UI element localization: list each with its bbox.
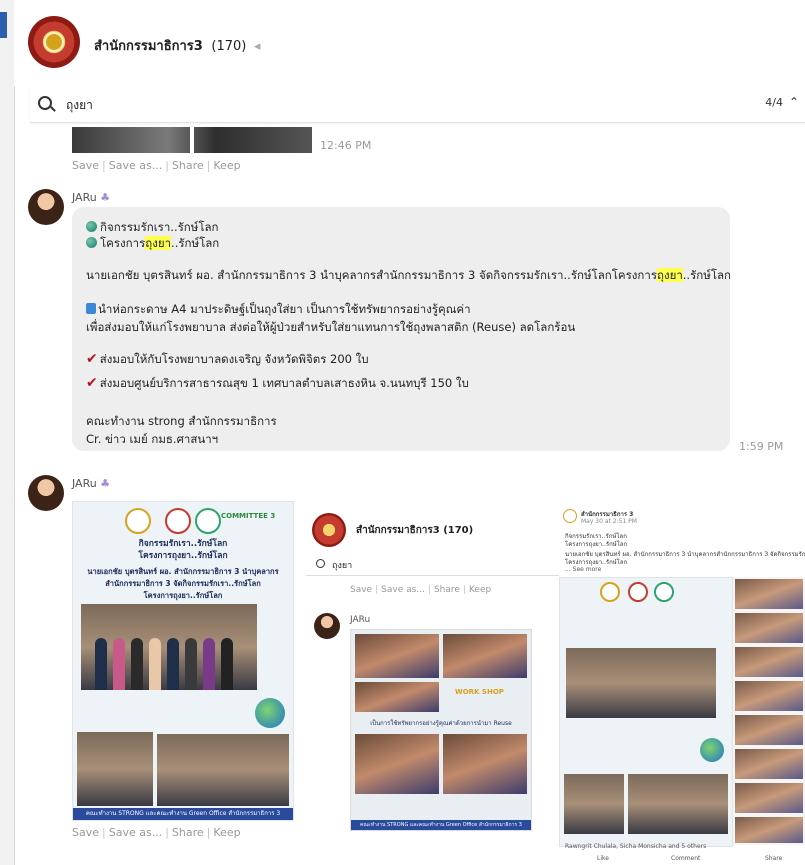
member-count: (170) <box>211 39 247 54</box>
message-line: Cr. ข่าว เมย์ กมธ.ศาสนาฯ <box>86 432 219 446</box>
image-divider <box>190 127 194 153</box>
photo-collage: WORK SHOP เป็นการใช้ทรัพยากรอย่างรู้คุณค… <box>350 629 532 831</box>
search-highlight: ถุงยา <box>657 268 683 282</box>
search-bar: ถุงยา 4/4 ⌃ <box>30 86 805 123</box>
search-input: ถุงยา <box>332 561 353 571</box>
event-photo <box>628 774 728 834</box>
search-highlight: ถุงยา <box>145 236 172 250</box>
comment-button[interactable]: Comment <box>671 855 700 862</box>
globe-icon <box>86 221 97 232</box>
message-line: นำห่อกระดาษ A4 มาประดิษฐ์เป็นถุงใส่ยา เป… <box>86 301 471 319</box>
seal-icon <box>628 582 648 602</box>
message-line: โครงการถุงยา..รักษ์โลก <box>86 235 219 253</box>
message-time: 1:59 PM <box>739 440 784 453</box>
sender-avatar[interactable] <box>28 189 64 225</box>
globe-icon <box>86 237 97 248</box>
event-photo <box>77 732 153 806</box>
reaction-summary: Rawngrit Chulala, Sicha Monsicha and 5 o… <box>565 843 707 850</box>
image-attachment-facebook-post[interactable]: สำนักกรรมาธิการ 3 May 30 at 2:51 PM กิจก… <box>559 505 805 865</box>
logo-icon <box>125 508 151 534</box>
collage-caption: เป็นการใช้ทรัพยากรอย่างรู้คุณค่าด้วยการน… <box>370 720 512 727</box>
share-button[interactable]: Share <box>765 855 782 862</box>
workshop-label: WORK SHOP <box>455 688 504 696</box>
save-as-link[interactable]: Save as... <box>109 826 162 839</box>
shopping-bag-icon <box>86 303 96 314</box>
logo-icon <box>195 508 221 534</box>
brand-label: COMMITTEE 3 <box>221 512 276 520</box>
sender-name: JARu ♣ <box>72 191 111 204</box>
checkmark-icon: ✔ <box>86 375 98 391</box>
seal-icon <box>165 508 191 534</box>
poster-body: นายเอกชัย บุตรสินทร์ ผอ. สำนักกรรมาธิการ… <box>87 567 279 576</box>
message-actions: Save | Save as... | Share | Keep <box>350 585 492 595</box>
checkmark-icon: ✔ <box>86 351 98 367</box>
group-photo <box>566 648 716 718</box>
post-poster <box>559 577 733 847</box>
chat-title: สำนักกรรมาธิการ3 (170) ◂ <box>94 35 260 56</box>
share-link[interactable]: Share <box>172 826 204 839</box>
post-date: May 30 at 2:51 PM <box>581 518 637 525</box>
message-bubble: กิจกรรมรักเรา..รักษ์โลก โครงการถุงยา..รั… <box>72 207 731 451</box>
image-attachment-chat-screenshot[interactable]: สำนักกรรมาธิการ3 (170) ถุงยา Save | Save a… <box>306 505 561 835</box>
poster-body: สำนักกรรมาธิการ 3 จัดกิจกรรมรักเรา..รักษ… <box>105 579 261 588</box>
save-link[interactable]: Save <box>72 159 99 172</box>
message-line: นายเอกชัย บุตรสินทร์ ผอ. สำนักกรรมาธิการ… <box>86 268 731 282</box>
globe-icon <box>255 698 285 728</box>
message-line: ✔ ส่งมอบศูนย์บริการสาธารณสุข 1 เทศบาลตำบล… <box>86 375 469 391</box>
collage-footer: คณะทำงาน STRONG และคณะทำงาน Green Office… <box>351 820 531 830</box>
window-left-edge <box>0 0 15 865</box>
image-attachment-poster[interactable]: COMMITTEE 3 กิจกรรมรักเรา..รักษ์โลก โครง… <box>72 501 294 821</box>
save-link[interactable]: Save <box>72 826 99 839</box>
image-message-preview[interactable] <box>72 127 312 153</box>
share-link[interactable]: Share <box>172 159 204 172</box>
emblem-icon <box>44 32 64 52</box>
chat-title: สำนักกรรมาธิการ3 (170) <box>356 525 474 536</box>
poster-footer: คณะทำงาน STRONG และคณะทำงาน Green Office… <box>73 808 293 820</box>
message-line: คณะทำงาน strong สำนักกรรมาธิการ <box>86 414 277 428</box>
photo-collage <box>733 577 805 845</box>
message-actions: Save | Save as... | Share | Keep <box>72 826 241 839</box>
post-action-bar: Like Comment Share <box>559 855 805 865</box>
keep-link[interactable]: Keep <box>213 826 240 839</box>
search-result-counter: 4/4 <box>765 96 783 109</box>
see-more-link[interactable]: ... See more <box>565 566 601 573</box>
poster-headline: โครงการถุงยา..รักษ์โลก <box>138 551 228 561</box>
save-as-link[interactable]: Save as... <box>109 159 162 172</box>
logo-icon <box>654 582 674 602</box>
post-line: โครงการถุงยา..รักษ์โลก <box>565 541 628 548</box>
keep-link[interactable]: Keep <box>213 159 240 172</box>
chevron-up-icon[interactable]: ⌃ <box>789 95 799 109</box>
mute-icon: ◂ <box>253 39 261 54</box>
message-actions: Save | Save as... | Share | Keep <box>72 159 241 172</box>
like-button[interactable]: Like <box>597 855 609 862</box>
sender-name: JARu ♣ <box>72 477 111 490</box>
sender-avatar <box>314 613 340 639</box>
chat-header: สำนักกรรมาธิการ3 (170) ◂ <box>14 0 805 86</box>
group-avatar[interactable] <box>28 16 80 68</box>
search-input[interactable]: ถุงยา <box>66 96 93 115</box>
message-line: เพื่อส่งมอบให้แก่โรงพยาบาล ส่งต่อให้ผู้ป… <box>86 320 576 334</box>
search-icon <box>38 96 52 110</box>
poster-body: โครงการถุงยา..รักษ์โลก <box>143 591 223 600</box>
event-photo <box>157 734 289 806</box>
sender-avatar[interactable] <box>28 475 64 511</box>
page-avatar <box>563 509 577 523</box>
group-avatar <box>312 513 346 547</box>
globe-icon <box>700 738 724 762</box>
chat-title-text: สำนักกรรมาธิการ3 <box>94 39 203 54</box>
logo-icon <box>600 582 620 602</box>
search-icon <box>316 559 325 568</box>
event-photo <box>564 774 624 834</box>
search-bar: ถุงยา <box>306 553 561 576</box>
sender-name: JARu <box>350 615 371 625</box>
message-time: 12:46 PM <box>320 139 372 152</box>
group-photo <box>81 604 257 690</box>
left-edge-accent <box>0 12 7 38</box>
message-line: ✔ ส่งมอบให้กับโรงพยาบาลดงเจริญ จังหวัดพิจ… <box>86 351 369 367</box>
